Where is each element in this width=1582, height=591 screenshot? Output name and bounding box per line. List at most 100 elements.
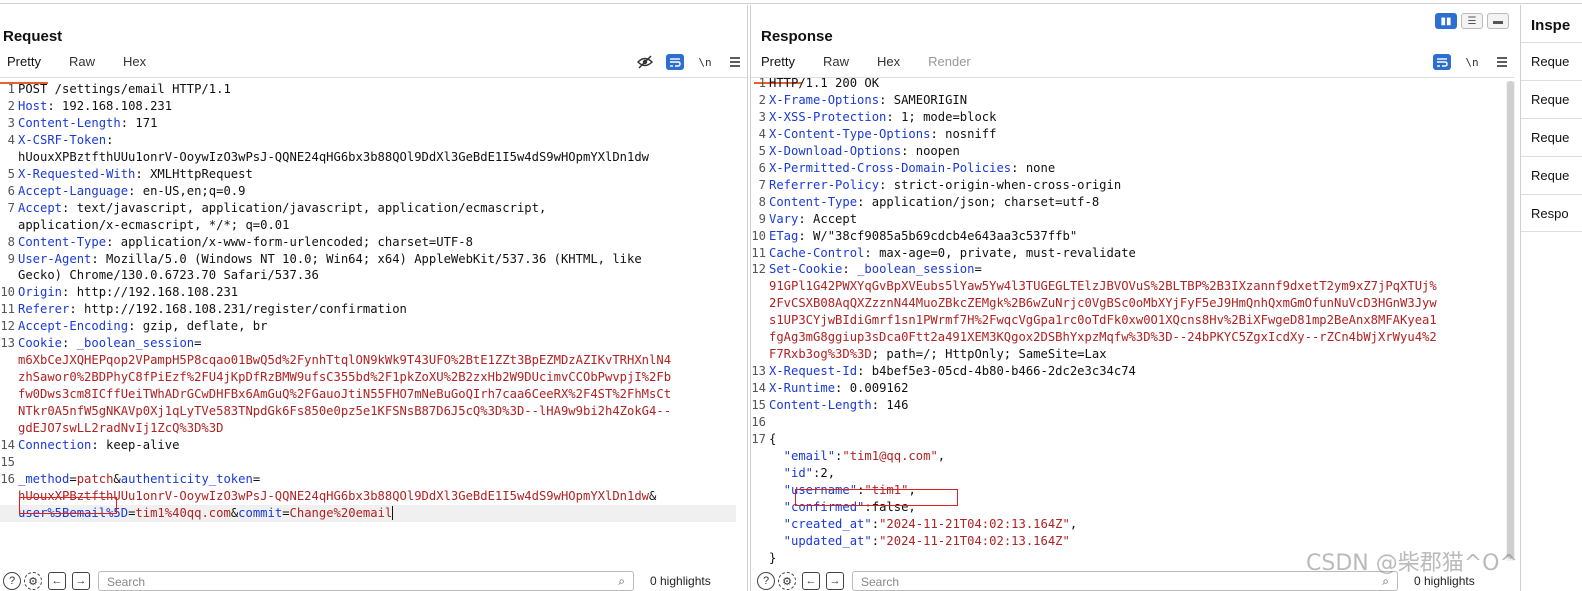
code-token: Origin — [18, 285, 63, 300]
code-token: : 0.009162 — [835, 381, 909, 396]
code-line: 4 X-CSRF-Token: — [0, 132, 738, 149]
scrollbar-thumb[interactable] — [1507, 81, 1514, 559]
forward-arrow-icon[interactable]: → — [72, 572, 90, 590]
split-horizontal-icon[interactable]: ☰ — [1461, 13, 1483, 29]
code-token: : max-age=0, private, must-revalidate — [864, 245, 1136, 260]
request-search-input[interactable]: Search ⌕ — [98, 571, 634, 591]
code-token: : text/javascript, application/javascrip… — [62, 200, 547, 215]
newline-icon[interactable]: \n — [1463, 54, 1481, 70]
code-text: Accept: text/javascript, application/jav… — [18, 200, 546, 217]
code-text: Content-Length: 146 — [769, 397, 908, 414]
line-number: 7 — [758, 177, 766, 192]
inspector-item[interactable]: Respo — [1521, 194, 1582, 232]
code-text: Content-Type: application/x-www-form-url… — [18, 234, 473, 251]
code-text: F7Rxb3og%3D%3D; path=/; HttpOnly; SameSi… — [769, 346, 1107, 363]
code-token: : 171 — [120, 115, 158, 130]
line-number: 1 — [7, 82, 15, 96]
code-line: 16 _method=patch&authenticity_token= — [0, 471, 738, 488]
line-number: 10 — [751, 228, 766, 243]
inspector-item[interactable]: Reque — [1521, 80, 1582, 118]
code-text: "updated_at":"2024-11-21T04:02:13.164Z" — [769, 533, 1070, 550]
code-line: 11 Cache-Control: max-age=0, private, mus… — [751, 245, 1496, 262]
code-text: Set-Cookie: _boolean_session= — [769, 261, 982, 278]
code-token: , — [937, 448, 946, 463]
code-token: X-Download-Options — [769, 143, 902, 158]
code-token: Content-Type — [18, 234, 107, 249]
top-divider — [0, 3, 1582, 4]
inspector-item[interactable]: Reque — [1521, 42, 1582, 80]
tab-divider — [0, 77, 747, 78]
code-line: 2FvCSXB08AqQXZzznN44MuoZBkcZEMgk%2B6wZuN… — [751, 295, 1496, 312]
code-line: 7 Referrer-Policy: strict-origin-when-cro… — [751, 177, 1496, 194]
code-token: X-Runtime — [769, 381, 836, 396]
line-number — [0, 149, 18, 166]
eye-slash-icon[interactable] — [636, 54, 654, 70]
request-highlights-count: 0 highlights — [650, 574, 711, 588]
line-number — [751, 278, 769, 295]
code-token: : — [842, 262, 858, 277]
code-line: 4 X-Content-Type-Options: nosniff — [751, 126, 1496, 143]
forward-arrow-icon[interactable]: → — [826, 572, 844, 590]
inspector-item[interactable]: Reque — [1521, 118, 1582, 156]
code-line: 15 — [0, 454, 738, 471]
code-line: 14 X-Runtime: 0.009162 — [751, 380, 1496, 397]
response-scrollbar[interactable] — [1506, 81, 1515, 561]
code-line: s1UP3CYjwBIdiGmrf1sn1PWrmf7H%2FwqcVgGpa1… — [751, 312, 1496, 329]
menu-icon[interactable] — [726, 54, 744, 70]
tabs-layout-icon[interactable]: ▬ — [1487, 13, 1509, 29]
menu-icon[interactable] — [1493, 54, 1511, 70]
request-editor[interactable]: 1 POST /settings/email HTTP/1.1 2 Host: 192… — [0, 81, 738, 522]
code-line: fw0Dws3cm8ICffUeiTWhADrGCwDHFBx6AmGuQ%2F… — [0, 386, 738, 403]
gear-icon[interactable]: ⚙ — [24, 572, 42, 590]
code-token: Connection — [18, 438, 92, 453]
code-token: : — [106, 132, 114, 147]
code-line: 9 Vary: Accept — [751, 211, 1496, 228]
line-number — [751, 312, 769, 329]
back-arrow-icon[interactable]: ← — [802, 572, 820, 590]
wrap-icon[interactable] — [666, 54, 684, 70]
code-text: X-Content-Type-Options: nosniff — [769, 126, 996, 143]
code-token: Host — [18, 98, 48, 113]
code-line: 15 Content-Length: 146 — [751, 397, 1496, 414]
code-text: User-Agent: Mozilla/5.0 (Windows NT 10.0… — [18, 251, 642, 268]
code-line: F7Rxb3og%3D%3D; path=/; HttpOnly; SameSi… — [751, 346, 1496, 363]
help-icon[interactable]: ? — [3, 572, 21, 590]
split-vertical-icon[interactable]: ▮▮ — [1435, 13, 1457, 29]
code-token: Cookie — [18, 336, 63, 351]
code-token: = — [974, 262, 982, 277]
code-line: Gecko) Chrome/130.0.6723.70 Safari/537.3… — [0, 267, 738, 284]
line-number: 5 — [758, 143, 766, 158]
code-line: 16 — [751, 414, 1496, 431]
back-arrow-icon[interactable]: ← — [48, 572, 66, 590]
request-bottom-bar: ? ⚙ ← → Search ⌕ 0 highlights — [0, 571, 747, 591]
code-token: Gecko) Chrome/130.0.6723.70 Safari/537.3… — [18, 268, 319, 283]
inspector-item[interactable]: Reque — [1521, 156, 1582, 194]
line-number: 16 — [751, 415, 766, 430]
code-token: 91GPl1G42PWXYqGvBpXVEubs5lYaw5Yw4l3TUGEG… — [769, 279, 1437, 294]
code-text: zhSawor0%2BDPhyC8fPiEzf%2FU4jKpDfRzBMW9u… — [18, 369, 671, 386]
line-number: 13 — [0, 336, 15, 351]
code-text: } — [769, 550, 776, 567]
tab-pretty[interactable]: Pretty — [0, 52, 48, 84]
line-number — [0, 217, 18, 234]
line-number: 6 — [758, 160, 766, 175]
line-number — [751, 482, 769, 499]
code-token: "id" — [769, 465, 814, 480]
layout-toggle: ▮▮ ☰ ▬ — [1435, 13, 1509, 29]
help-icon[interactable]: ? — [757, 572, 775, 590]
line-number — [0, 386, 18, 403]
tab-hex[interactable]: Hex — [116, 52, 153, 78]
line-number — [751, 448, 769, 465]
code-token: = — [252, 471, 261, 486]
inspector-pane: Inspe Reque Reque Reque Reque Respo — [1520, 5, 1582, 591]
code-line: gdEJO7swLL2radNvIj1ZcQ%3D%3D — [0, 420, 738, 437]
code-text: Accept-Encoding: gzip, deflate, br — [18, 318, 267, 335]
newline-icon[interactable]: \n — [696, 54, 714, 70]
code-line: 9 User-Agent: Mozilla/5.0 (Windows NT 10.… — [0, 251, 738, 268]
gear-icon[interactable]: ⚙ — [778, 572, 796, 590]
code-line: "id":2, — [751, 465, 1496, 482]
line-number: 15 — [751, 398, 766, 413]
tab-raw[interactable]: Raw — [62, 52, 102, 78]
code-token: Content-Length — [18, 115, 121, 130]
wrap-icon[interactable] — [1433, 54, 1451, 70]
